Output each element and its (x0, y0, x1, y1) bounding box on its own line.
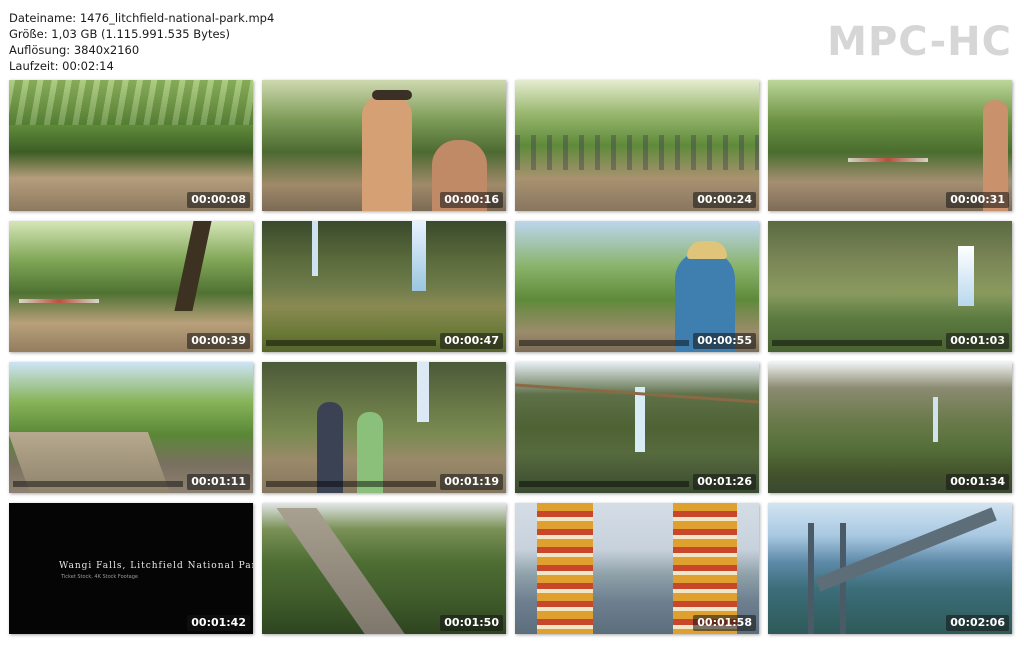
timestamp-label: 00:02:06 (946, 615, 1009, 631)
timestamp-label: 00:01:58 (693, 615, 756, 631)
subtitle-bar (772, 340, 942, 346)
thumbnail[interactable]: 00:01:58 (515, 503, 759, 634)
thumbnail[interactable]: 00:01:03 (768, 221, 1012, 352)
subtitle-bar (13, 481, 183, 487)
watermark-bar (19, 299, 99, 303)
file-size: Größe: 1,03 GB (1.115.991.535 Bytes) (9, 27, 231, 41)
title-card-title: Wangi Falls, Litchfield National Park (59, 561, 253, 571)
watermark-bar (848, 158, 928, 162)
timestamp-label: 00:00:39 (187, 333, 250, 349)
brand-logo: MPC-HC (827, 19, 1012, 65)
subtitle-bar (266, 481, 436, 487)
timestamp-label: 00:00:47 (440, 333, 503, 349)
file-info: Dateiname: 1476_litchfield-national-park… (9, 10, 274, 74)
thumbnail[interactable]: 00:00:31 (768, 80, 1012, 211)
timestamp-label: 00:01:34 (946, 474, 1009, 490)
thumbnail[interactable]: 00:01:11 (9, 362, 253, 493)
thumbnail[interactable]: 00:01:50 (262, 503, 506, 634)
thumbnail[interactable]: 00:01:34 (768, 362, 1012, 493)
file-duration: Laufzeit: 00:02:14 (9, 59, 114, 73)
file-name: Dateiname: 1476_litchfield-national-park… (9, 11, 275, 25)
timestamp-label: 00:01:03 (946, 333, 1009, 349)
thumbnail[interactable]: 00:00:16 (262, 80, 506, 211)
timestamp-label: 00:01:11 (187, 474, 250, 490)
thumbnail[interactable]: 00:01:19 (262, 362, 506, 493)
thumbnail-sheet: Dateiname: 1476_litchfield-national-park… (0, 0, 1024, 646)
timestamp-label: 00:01:26 (693, 474, 756, 490)
timestamp-label: 00:01:42 (187, 615, 250, 631)
thumbnail[interactable]: 00:00:55 (515, 221, 759, 352)
timestamp-label: 00:00:55 (693, 333, 756, 349)
timestamp-label: 00:00:24 (693, 192, 756, 208)
thumbnail[interactable]: Wangi Falls, Litchfield National Park Ti… (9, 503, 253, 634)
timestamp-label: 00:00:31 (946, 192, 1009, 208)
subtitle-bar (266, 340, 436, 346)
title-card-subtitle: Ticket Stock, 4K Stock Footage (61, 574, 138, 580)
file-resolution: Auflösung: 3840x2160 (9, 43, 140, 57)
subtitle-bar (519, 481, 689, 487)
timestamp-label: 00:01:19 (440, 474, 503, 490)
thumbnail[interactable]: 00:01:26 (515, 362, 759, 493)
timestamp-label: 00:00:08 (187, 192, 250, 208)
thumbnail[interactable]: 00:00:24 (515, 80, 759, 211)
thumbnail[interactable]: 00:00:39 (9, 221, 253, 352)
timestamp-label: 00:00:16 (440, 192, 503, 208)
subtitle-bar (519, 340, 689, 346)
thumbnail-grid: 00:00:08 00:00:16 00:00:24 00:00:31 00:0… (9, 80, 1013, 635)
thumbnail[interactable]: 00:00:08 (9, 80, 253, 211)
thumbnail[interactable]: 00:00:47 (262, 221, 506, 352)
thumbnail[interactable]: 00:02:06 (768, 503, 1012, 634)
timestamp-label: 00:01:50 (440, 615, 503, 631)
